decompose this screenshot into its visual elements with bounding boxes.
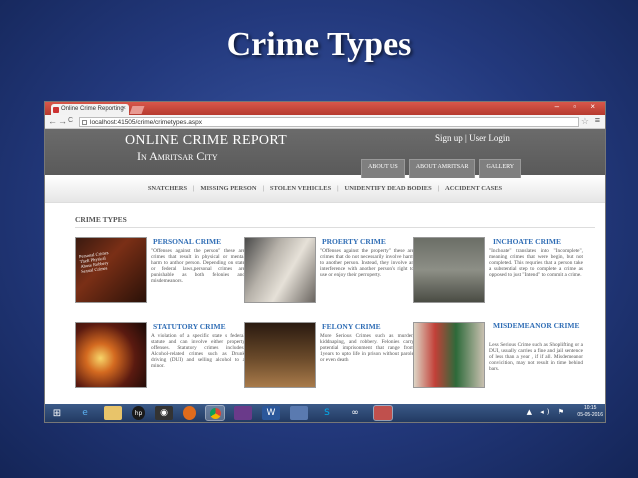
- nav-stolen-vehicles[interactable]: STOLEN VEHICLES: [270, 185, 331, 192]
- sign-up-link[interactable]: Sign up: [435, 133, 463, 143]
- back-icon[interactable]: ←: [48, 116, 57, 126]
- card-title[interactable]: PERSONAL CRIME: [153, 237, 243, 246]
- app-icon[interactable]: [234, 406, 252, 420]
- browser-tab[interactable]: Online Crime Reporting ×: [51, 104, 129, 115]
- crime-card-personal[interactable]: Personal Crimes Theft Physical Abuse Rob…: [75, 237, 245, 307]
- crime-card-statutory[interactable]: STATUTORY CRIME A violation of a specifi…: [75, 322, 245, 392]
- address-toolbar: ← → C localhost:41505/crime/crimetypes.a…: [45, 115, 605, 129]
- card-description: Less Serious Crime such as Shoplifting o…: [489, 342, 583, 373]
- card-description: A violation of a specific state s federa…: [151, 333, 245, 370]
- personal-crime-image: Personal Crimes Theft Physical Abuse Rob…: [75, 237, 147, 303]
- nav-accident-cases[interactable]: ACCIDENT CASES: [445, 185, 502, 192]
- chrome-icon[interactable]: [205, 405, 225, 421]
- clock[interactable]: 10:15 05-05-2016: [577, 405, 603, 419]
- explorer-icon[interactable]: [104, 406, 122, 420]
- site-header: ONLINE CRIME REPORT In Amritsar City Sig…: [45, 129, 605, 178]
- browser-menu-icon[interactable]: ≡: [595, 115, 600, 125]
- crime-card-felony[interactable]: FELONY CRIME More Serious Crimes such as…: [244, 322, 414, 392]
- section-divider: [75, 227, 595, 228]
- site-brand-subtitle: In Amritsar City: [137, 149, 218, 163]
- start-icon[interactable]: ⊞: [48, 406, 66, 420]
- card-description: More Serious Crimes such as murder, kidd…: [320, 333, 414, 364]
- card-title[interactable]: FELONY CRIME: [322, 322, 412, 331]
- nav-snatchers[interactable]: SNATCHERS: [148, 185, 187, 192]
- slide-title: Crime Types: [226, 26, 412, 63]
- nav-separator: |: [337, 185, 339, 192]
- system-tray-icons[interactable]: ▲ ◂) ⚑: [527, 408, 567, 416]
- link-icon[interactable]: ∞: [346, 406, 364, 420]
- address-bar[interactable]: localhost:41505/crime/crimetypes.aspx: [79, 117, 579, 127]
- card-title[interactable]: PROERTY CRIME: [322, 237, 412, 246]
- nav-gallery[interactable]: GALLERY: [479, 159, 522, 178]
- url-text: localhost:41505/crime/crimetypes.aspx: [90, 119, 202, 126]
- nav-separator: |: [437, 185, 440, 192]
- paint-icon[interactable]: [373, 405, 393, 421]
- camera-icon[interactable]: ◉: [155, 406, 173, 420]
- bookmark-star-icon[interactable]: ☆: [581, 116, 589, 127]
- crime-card-misdemeanor[interactable]: MISDEMEANOR CRIME Less Serious Crime suc…: [413, 322, 583, 392]
- misdemeanor-crime-image: [413, 322, 485, 388]
- browser-window: Online Crime Reporting × – ▫ × ← → C loc…: [44, 101, 606, 423]
- forward-icon[interactable]: →: [58, 116, 67, 126]
- card-title[interactable]: INCHOATE CRIME: [493, 237, 583, 246]
- card-description: "Offenses against the property" these ar…: [320, 248, 414, 279]
- card-title[interactable]: STATUTORY CRIME: [153, 322, 243, 331]
- card-description: "Inchoate" translates into "Incomplete",…: [489, 248, 583, 279]
- nav-about-us[interactable]: ABOUT US: [361, 159, 405, 178]
- nav-separator: |: [193, 185, 195, 192]
- crime-card-inchoate[interactable]: INCHOATE CRIME "Inchoate" translates int…: [413, 237, 583, 307]
- favicon-icon: [53, 107, 59, 113]
- nav-missing-person[interactable]: MISSING PERSON: [200, 185, 256, 192]
- ie-icon[interactable]: e: [76, 406, 94, 420]
- nav-unidentify-dead-bodies[interactable]: UNIDENTIFY DEAD BODIES: [345, 185, 432, 192]
- section-title: CRIME TYPES: [75, 215, 127, 224]
- new-tab-button[interactable]: [129, 106, 145, 114]
- clock-time: 10:15: [583, 405, 597, 411]
- statutory-crime-image: [75, 322, 147, 388]
- card-title[interactable]: MISDEMEANOR CRIME: [493, 322, 583, 330]
- property-crime-image: [244, 237, 316, 303]
- site-brand-title: ONLINE CRIME REPORT: [125, 133, 287, 148]
- top-nav: ABOUT US ABOUT AMRITSAR GALLERY: [361, 159, 522, 178]
- page-icon: [82, 120, 87, 125]
- inchoate-crime-image: [413, 237, 485, 303]
- image-caption: Personal Crimes Theft Physical Abuse Rob…: [78, 250, 109, 274]
- photo-icon[interactable]: [290, 406, 308, 420]
- tab-strip: Online Crime Reporting × – ▫ ×: [45, 102, 605, 115]
- windows-taskbar: ⊞ e hp ◉ W S ∞ ▲ ◂) ⚑ 10:15 05-05-2016: [45, 404, 605, 422]
- card-description: "Offenses against the person" these are …: [151, 248, 245, 285]
- auth-links: Sign up | User Login: [435, 133, 510, 143]
- tab-title: Online Crime Reporting: [61, 106, 124, 112]
- reload-icon[interactable]: C: [68, 117, 73, 124]
- crime-card-property[interactable]: PROERTY CRIME "Offenses against the prop…: [244, 237, 414, 307]
- felony-crime-image: [244, 322, 316, 388]
- nav-separator: |: [262, 185, 264, 192]
- tab-close-icon[interactable]: ×: [122, 105, 126, 112]
- clock-date: 05-05-2016: [577, 412, 603, 418]
- nav-about-amritsar[interactable]: ABOUT AMRITSAR: [408, 159, 476, 178]
- word-icon[interactable]: W: [262, 406, 280, 420]
- window-controls[interactable]: – ▫ ×: [555, 102, 601, 111]
- user-login-link[interactable]: User Login: [469, 133, 510, 143]
- category-nav: SNATCHERS | MISSING PERSON | STOLEN VEHI…: [45, 175, 605, 203]
- main-content: CRIME TYPES Personal Crimes Theft Physic…: [45, 203, 605, 392]
- hp-icon[interactable]: hp: [132, 406, 145, 420]
- skype-icon[interactable]: S: [318, 406, 336, 420]
- firefox-icon[interactable]: [183, 406, 196, 420]
